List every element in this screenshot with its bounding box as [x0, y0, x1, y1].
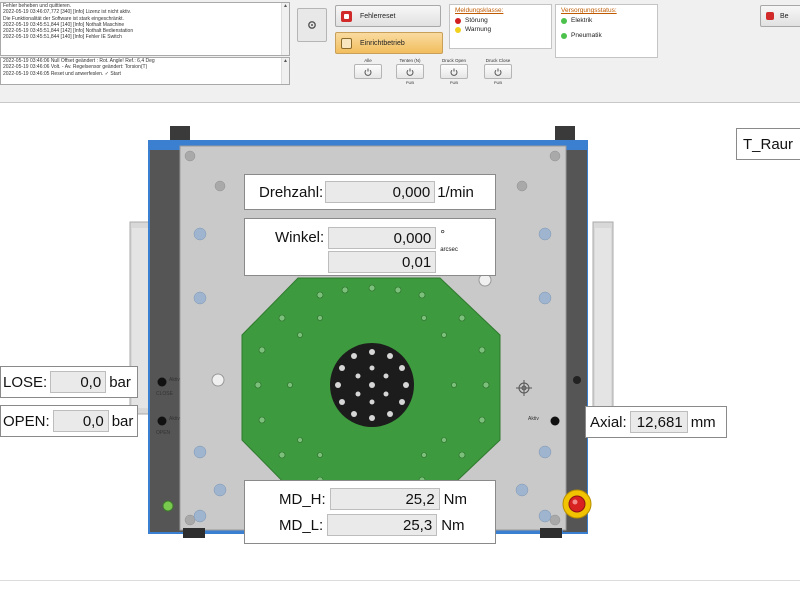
close-pressure-display: LOSE: 0,0 bar — [0, 366, 138, 398]
valve-open-sub: PUB — [449, 80, 459, 85]
close-tag-label: CLOSE — [156, 391, 173, 397]
valve-all-button[interactable] — [354, 64, 382, 79]
event-log-scrollbar[interactable]: ▲ — [281, 3, 289, 55]
open-active-label: Aktiv — [169, 416, 180, 422]
stop-icon — [766, 12, 774, 20]
pneumatic-status-icon — [561, 32, 567, 39]
right-toolbar-label: Be — [780, 12, 789, 20]
setup-mode-label: Einrichtbetrieb — [360, 39, 405, 47]
message-fault-row: Störung — [455, 16, 546, 25]
gear-icon — [308, 21, 316, 29]
valve-open-button[interactable] — [440, 64, 468, 79]
close-status-lamp — [157, 377, 167, 387]
message-warning-label: Warnung — [465, 26, 492, 33]
toolbar: Fehler beheben und quittieren. 2022-05-1… — [0, 0, 800, 103]
valve-all: Alle — [351, 58, 385, 79]
right-toolbar-button[interactable]: Be — [760, 5, 800, 27]
message-warning-row: Warnung — [455, 25, 546, 34]
settings-button[interactable] — [297, 8, 327, 42]
valve-all-label: Alle — [364, 58, 372, 63]
error-reset-button[interactable]: Fehlerreset — [335, 5, 441, 27]
change-log[interactable]: 2022-05-19 03:46:06 Null Offset geändert… — [0, 57, 290, 85]
valve-close-label: Druck Close — [485, 58, 511, 63]
axial-unit: mm — [690, 413, 716, 431]
room-temperature-display: T_Raur — [736, 128, 800, 160]
torque-display: MD_H: 25,2 Nm MD_L: 25,3 Nm — [244, 480, 496, 544]
open-pressure-unit: bar — [111, 412, 134, 430]
open-pressure-display: OPEN: 0,0 bar — [0, 405, 138, 437]
close-pressure-label: LOSE: — [3, 373, 48, 391]
warning-indicator-icon — [455, 26, 461, 33]
axial-active-label: Aktiv — [528, 416, 539, 422]
angle-display: Winkel: 0,000 ° 0,01 arcsec — [244, 218, 496, 276]
message-class-title: Meldungsklasse: — [455, 7, 504, 14]
valve-tenten: Tenten (N) PUB — [393, 58, 427, 85]
valve-close-button[interactable] — [484, 64, 512, 79]
axial-status-lamp — [550, 416, 560, 426]
power-icon — [364, 68, 372, 76]
power-icon — [450, 68, 458, 76]
torque-high-value: 25,2 — [329, 488, 440, 510]
electric-status-icon — [561, 17, 567, 24]
power-icon — [406, 68, 414, 76]
event-log[interactable]: Fehler beheben und quittieren. 2022-05-1… — [0, 2, 290, 56]
valve-tenten-sub: PUB — [405, 80, 415, 85]
close-pressure-value: 0,0 — [50, 371, 107, 393]
power-icon — [494, 68, 502, 76]
valve-tenten-label: Tenten (N) — [399, 58, 421, 63]
supply-status-panel: Versorgungsstatus: Elektrik Pneumatik — [555, 4, 658, 58]
speed-value: 0,000 — [325, 181, 436, 203]
valve-open-label: Druck Open — [441, 58, 466, 63]
angle-value-arcsec: 0,01 — [328, 251, 437, 273]
room-temperature-label: T_Raur — [743, 135, 794, 153]
status-bar — [0, 580, 800, 600]
speed-label: Drehzahl: — [259, 183, 324, 201]
close-active-label: Aktiv — [169, 377, 180, 383]
message-fault-label: Störung — [465, 17, 488, 24]
torque-low-value: 25,3 — [327, 514, 438, 536]
torque-low-label: MD_L: — [279, 516, 324, 534]
angle-value: 0,000 — [328, 227, 437, 249]
open-tag-label: OPEN — [156, 430, 171, 436]
emergency-stop-icon — [562, 489, 592, 519]
torque-high-unit: Nm — [443, 490, 467, 508]
close-pressure-unit: bar — [109, 373, 131, 391]
axial-value: 12,681 — [629, 411, 688, 433]
change-log-scrollbar[interactable]: ▲ — [281, 58, 289, 84]
setup-mode-button[interactable]: Einrichtbetrieb — [335, 32, 443, 54]
torque-low-unit: Nm — [441, 516, 465, 534]
valve-close-sub: PUB — [493, 80, 503, 85]
valve-tenten-button[interactable] — [396, 64, 424, 79]
axial-display: Axial: 12,681 mm — [585, 406, 727, 438]
supply-electric-row: Elektrik — [561, 16, 652, 25]
angle-label: Winkel: — [275, 229, 325, 246]
supply-pneumatic-row: Pneumatik — [561, 31, 652, 40]
speed-display: Drehzahl: 0,000 1/min — [244, 174, 496, 210]
valve-close: Druck Close PUB — [481, 58, 515, 85]
speed-unit: 1/min — [437, 183, 474, 201]
open-pressure-label: OPEN: — [3, 412, 50, 430]
fault-indicator-icon — [455, 17, 461, 24]
supply-status-title: Versorgungsstatus: — [561, 7, 617, 14]
supply-electric-label: Elektrik — [571, 17, 593, 24]
error-reset-label: Fehlerreset — [360, 12, 396, 20]
wrench-icon — [341, 37, 352, 49]
supply-pneumatic-label: Pneumatik — [571, 32, 602, 39]
axial-label: Axial: — [590, 413, 627, 431]
message-class-panel: Meldungsklasse: Störung Warnung — [449, 4, 552, 49]
log-line: 2022-05-19 03:45:51,844 [140] [Info] Feh… — [3, 34, 122, 41]
error-icon — [341, 10, 352, 22]
open-pressure-value: 0,0 — [52, 410, 109, 432]
torque-high-label: MD_H: — [279, 490, 326, 508]
valve-open: Druck Open PUB — [437, 58, 471, 85]
angle-unit-arcsec: arcsec — [440, 247, 458, 253]
log-line: 2022-05-19 03:46:05 Reset und anwerfesle… — [3, 70, 121, 77]
angle-unit: ° — [440, 227, 445, 241]
open-status-lamp — [157, 416, 167, 426]
